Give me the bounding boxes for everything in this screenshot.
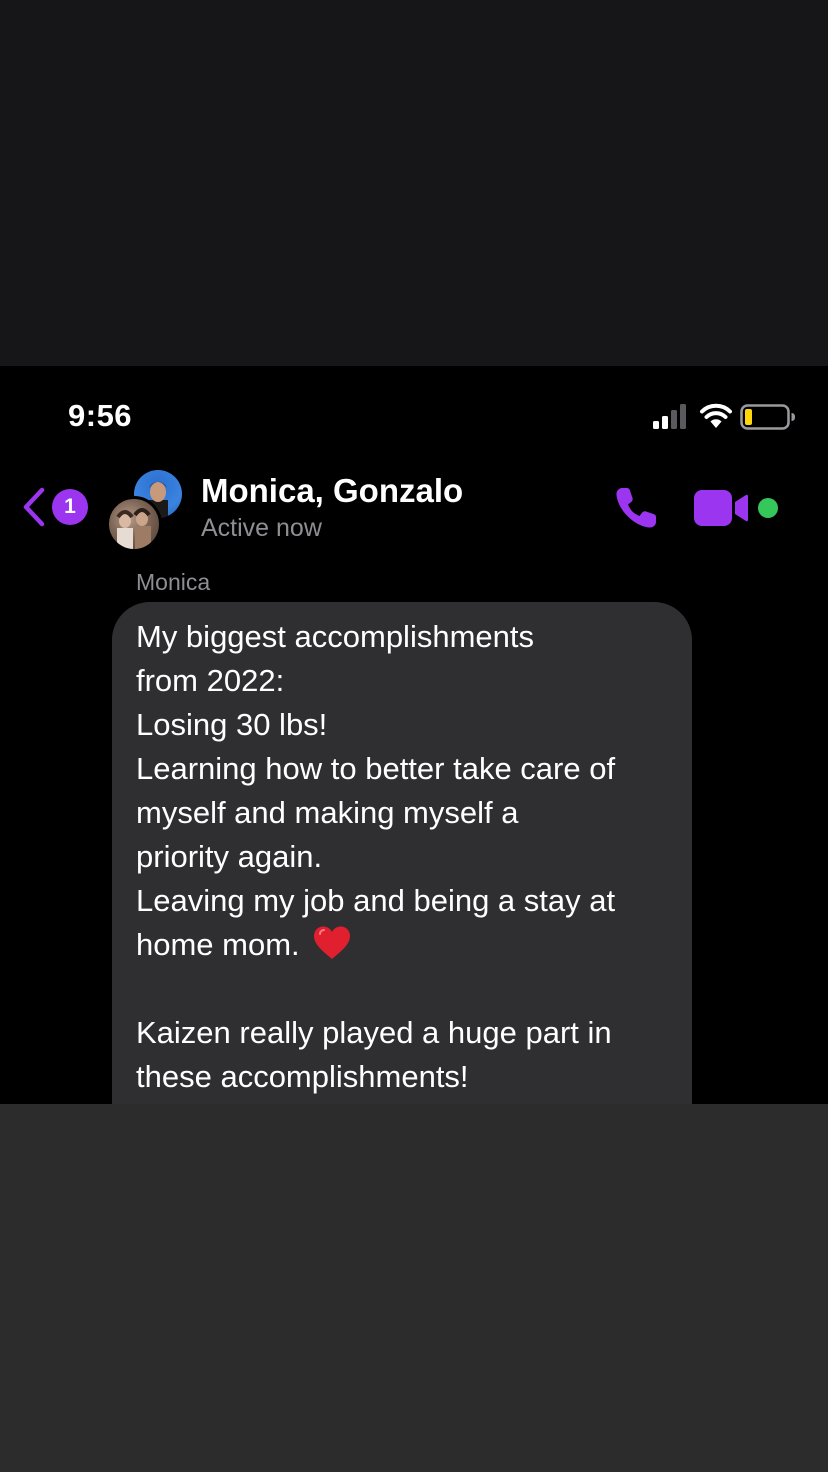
active-status: Active now bbox=[201, 514, 322, 542]
screenshot-bottom-margin bbox=[0, 1104, 828, 1472]
screenshot-top-margin bbox=[0, 0, 828, 366]
message-text: My biggest accomplishments from 2022: Lo… bbox=[136, 615, 676, 1099]
unread-count-badge: 1 bbox=[52, 489, 88, 525]
messenger-screen: 9:56 1 Monica, Gonzalo Active now Monica… bbox=[0, 366, 828, 1104]
status-time: 9:56 bbox=[68, 398, 133, 433]
back-button[interactable]: 1 bbox=[20, 482, 92, 532]
cellular-signal-icon bbox=[653, 404, 686, 429]
message-text-part-2: Kaizen really played a huge part in thes… bbox=[136, 1015, 612, 1094]
message-sender-name: Monica bbox=[136, 569, 211, 595]
phone-icon[interactable] bbox=[612, 484, 660, 532]
battery-low-icon bbox=[740, 404, 795, 430]
video-camera-icon[interactable] bbox=[694, 490, 752, 526]
active-indicator-dot bbox=[758, 498, 778, 518]
red-heart-emoji-icon bbox=[314, 926, 351, 959]
group-photo-icon bbox=[116, 508, 151, 549]
avatar-monica bbox=[106, 496, 162, 552]
conversation-title[interactable]: Monica, Gonzalo bbox=[201, 472, 463, 510]
group-avatar[interactable] bbox=[106, 470, 184, 552]
message-text-part-1: My biggest accomplishments from 2022: Lo… bbox=[136, 619, 616, 962]
chevron-left-icon bbox=[23, 487, 45, 527]
wifi-icon bbox=[700, 403, 732, 428]
message-bubble[interactable]: My biggest accomplishments from 2022: Lo… bbox=[112, 602, 692, 1104]
